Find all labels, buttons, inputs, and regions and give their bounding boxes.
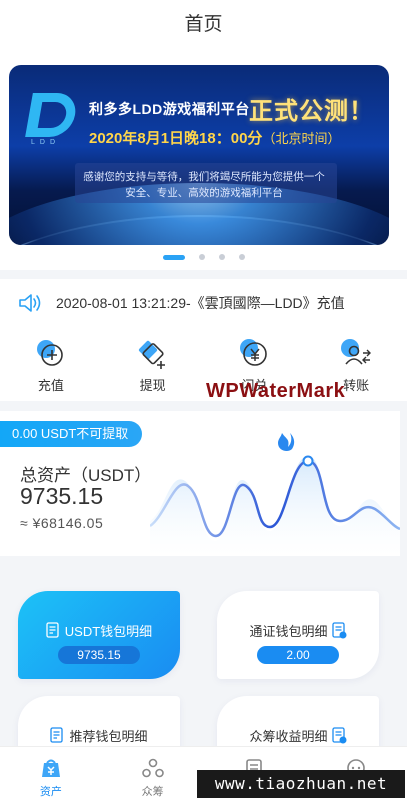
withdraw-icon: [138, 340, 165, 369]
watermark-overlay: WPWaterMark: [206, 380, 346, 402]
tab-assets[interactable]: 资产: [0, 747, 102, 800]
page-title: 首页: [184, 13, 223, 35]
banner-date-tail: （北京时间）: [262, 131, 341, 146]
notice-and-actions: 2020-08-01 13:21:29-《雲頂國際—LDD》充值 充值 提现 闪…: [0, 279, 407, 401]
tab-assets-label: 资产: [39, 786, 62, 798]
action-withdraw[interactable]: 提现: [102, 337, 204, 394]
document-icon: [50, 727, 64, 743]
wallet-icon: [41, 759, 60, 777]
wallet-cards: USDT钱包明细 9735.15 通证钱包明细 2.00 推荐钱包明细 众筹收益…: [0, 556, 407, 784]
promo-banner[interactable]: LDD 利多多LDD游戏福利平台 正式公测！ 2020年8月1日晚18：00分（…: [9, 65, 389, 245]
tab-crowdfund[interactable]: 众筹: [102, 747, 204, 800]
banner-date: 2020年8月1日晚18：00分（北京时间）: [89, 127, 340, 148]
usdt-wallet-title: USDT钱包明细: [64, 624, 153, 639]
total-asset-cny: ≈ ¥68146.05: [20, 515, 104, 531]
quick-actions: 充值 提现 闪兑 转账: [0, 337, 407, 394]
carousel-dot[interactable]: [162, 254, 185, 260]
speaker-icon: [19, 294, 41, 312]
action-deposit-label: 充值: [37, 378, 64, 393]
exchange-icon: [240, 339, 268, 366]
carousel-dots: [0, 254, 407, 260]
total-asset-value: 9735.15: [20, 483, 104, 509]
banner-date-main: 2020年8月1日晚18：00分: [89, 130, 263, 147]
transfer-icon: [341, 339, 372, 365]
banner-title: 利多多LDD游戏福利平台: [89, 101, 250, 117]
ldd-logo: LDD: [23, 89, 83, 151]
non-withdrawable-badge: 0.00 USDT不可提取: [0, 421, 143, 447]
carousel-dot[interactable]: [198, 254, 205, 260]
crowdfund-income-title: 众筹收益明细: [249, 729, 328, 744]
deposit-icon: [36, 340, 63, 366]
document-icon: [46, 622, 59, 638]
notice-text: 2020-08-01 13:21:29-《雲頂國際—LDD》充值: [56, 295, 345, 311]
token-wallet-title: 通证钱包明细: [249, 624, 328, 639]
site-watermark: www.tiaozhuan.net: [197, 770, 405, 798]
token-wallet-value: 2.00: [257, 646, 339, 664]
asset-card: 0.00 USDT不可提取 总资产（USDT） 9735.15 ≈ ¥68146…: [0, 411, 400, 556]
banner-message: 感谢您的支持与等待，我们将竭尽所能为您提供一个安全、专业、高效的游戏福利平台: [83, 171, 325, 199]
carousel-dot[interactable]: [238, 254, 245, 260]
notice-bar[interactable]: 2020-08-01 13:21:29-《雲頂國際—LDD》充值: [18, 291, 398, 315]
action-transfer-label: 转账: [343, 378, 370, 393]
banner-section: LDD 利多多LDD游戏福利平台 正式公测！ 2020年8月1日晚18：00分（…: [0, 44, 407, 270]
usdt-wallet-value: 9735.15: [58, 646, 140, 664]
tab-crowdfund-label: 众筹: [141, 786, 164, 798]
carousel-dot[interactable]: [218, 254, 225, 260]
crowdfund-icon: [141, 758, 164, 778]
referral-wallet-title: 推荐钱包明细: [69, 729, 148, 744]
top-bar: 首页: [0, 0, 407, 44]
banner-big-title: 正式公测！: [249, 98, 374, 125]
action-withdraw-label: 提现: [139, 378, 166, 393]
document-yen-icon: [331, 622, 346, 639]
token-wallet-card[interactable]: 通证钱包明细 2.00: [217, 591, 379, 679]
asset-wave-graphic: [150, 433, 400, 556]
action-deposit[interactable]: 充值: [0, 337, 102, 394]
usdt-wallet-card[interactable]: USDT钱包明细 9735.15: [18, 591, 180, 679]
document-yen-icon: [331, 727, 346, 744]
